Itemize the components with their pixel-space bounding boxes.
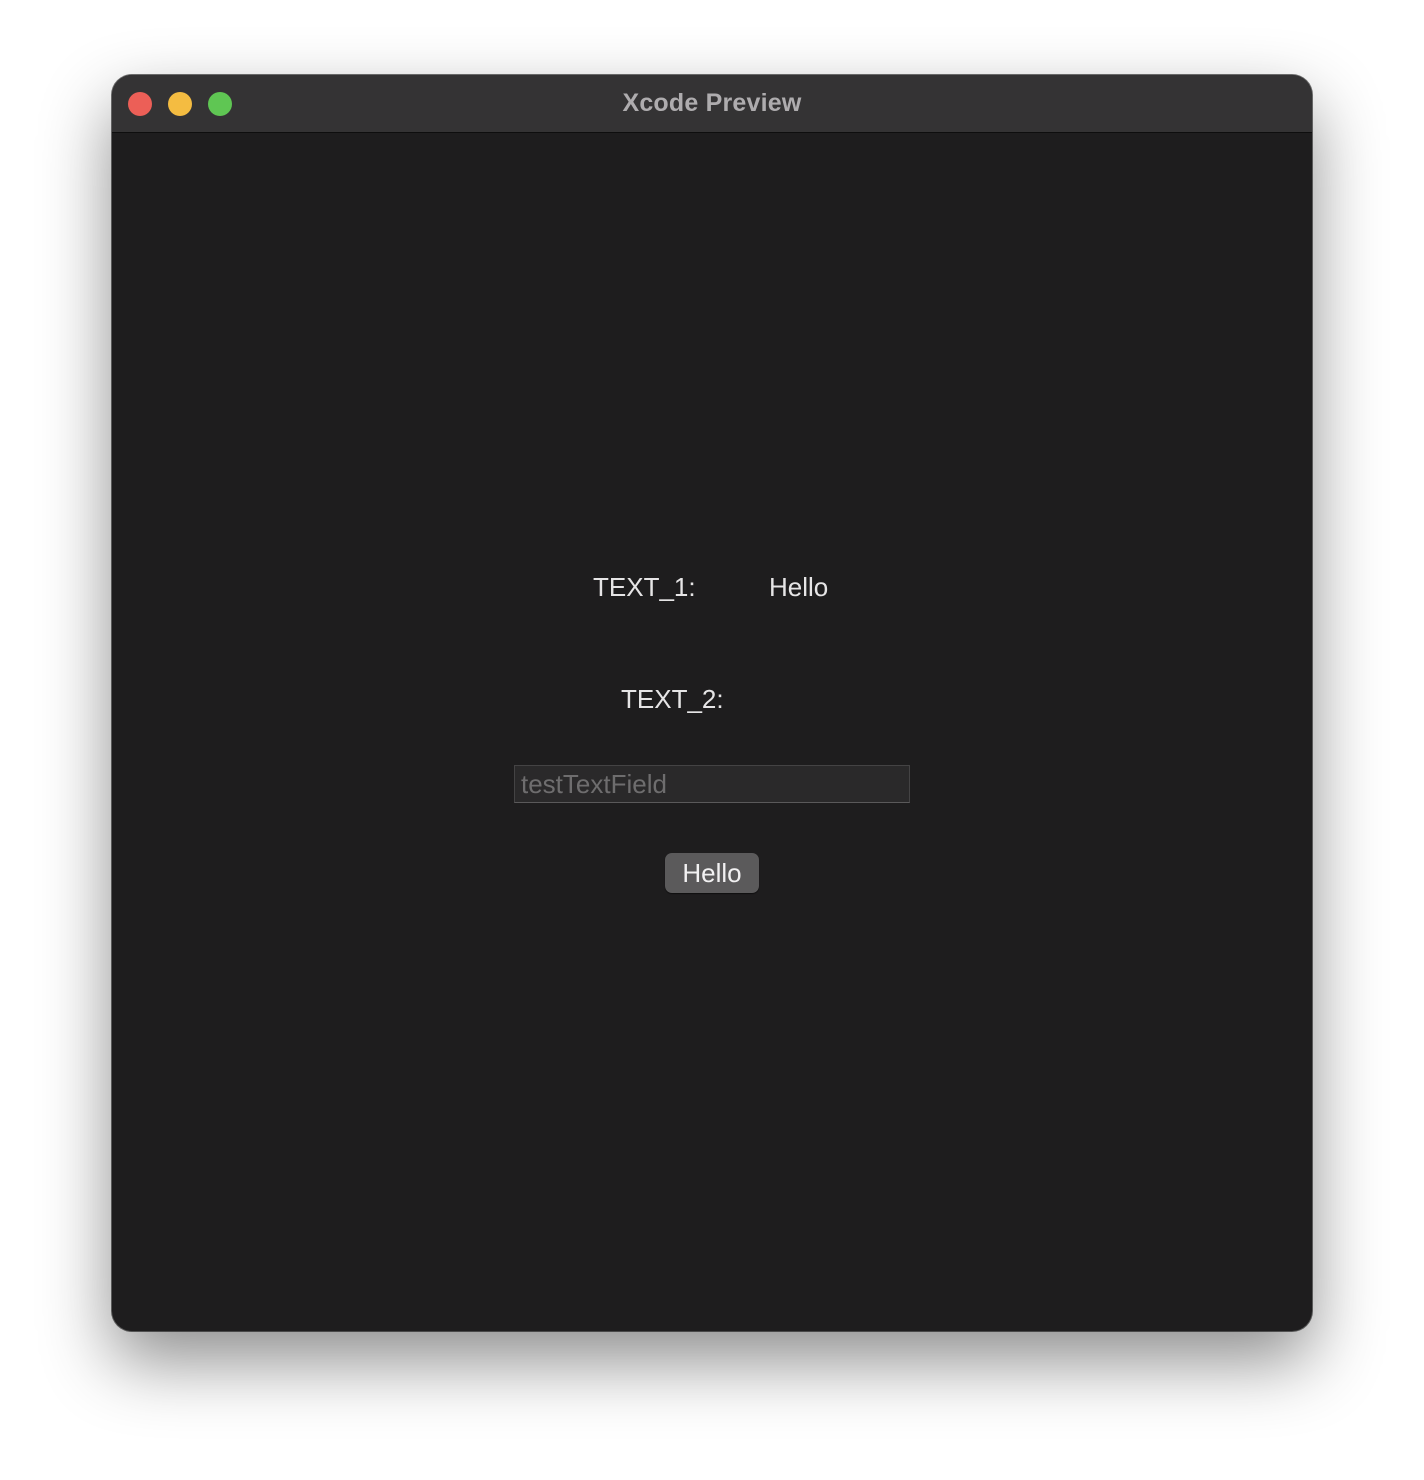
- text1-label: TEXT_1:: [593, 572, 696, 602]
- preview-window: Xcode Preview TEXT_1: Hello TEXT_2: Hell…: [112, 75, 1312, 1331]
- window-title: Xcode Preview: [622, 89, 802, 117]
- text2-label: TEXT_2:: [621, 684, 724, 714]
- title-bar[interactable]: Xcode Preview: [112, 75, 1312, 133]
- test-text-field[interactable]: [514, 765, 910, 803]
- hello-button[interactable]: Hello: [665, 853, 759, 893]
- text1-value: Hello: [769, 572, 829, 602]
